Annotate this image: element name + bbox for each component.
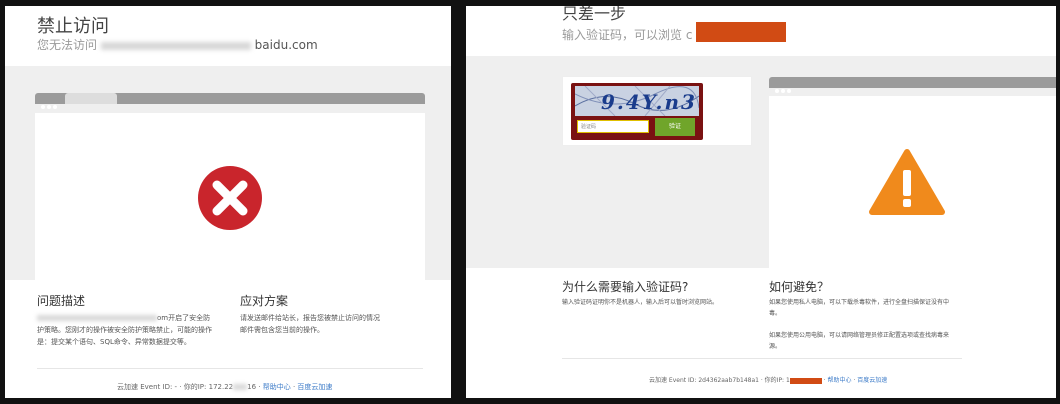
redacted-domain xyxy=(696,22,786,42)
warning-triangle-icon xyxy=(869,149,945,215)
page-title: 禁止访问 xyxy=(37,16,109,37)
window-dots xyxy=(41,96,61,109)
divider xyxy=(562,358,962,359)
page-subtitle: 输入验证码，可以浏览 c xyxy=(562,28,693,42)
page-subtitle: 您无法访问 baidu.com xyxy=(37,36,318,53)
redacted-ip xyxy=(789,377,822,384)
section-title-solution: 应对方案 xyxy=(240,294,289,308)
browser-frame-bar xyxy=(35,93,425,109)
divider xyxy=(37,368,423,369)
section-text-problem: om开启了安全防 护策略。您刚才的操作被安全防护策略禁止，可能的操作 是：提交某… xyxy=(37,314,212,346)
captcha-image[interactable]: 9.4Y.n3 xyxy=(575,86,699,116)
help-center-link[interactable]: 帮助中心 xyxy=(828,377,852,384)
baidu-cloud-link[interactable]: 百度云加速 xyxy=(857,377,887,384)
section-text-avoid: 如果您使用私人电脑，可以下载杀毒软件，进行全盘扫描保证没有中 毒。 如果您使用公… xyxy=(769,299,950,350)
footer: 云加速 Event ID: - · 你的IP: 172.22 16 · 帮助中心 … xyxy=(117,383,333,391)
subtitle-prefix: 您无法访问 xyxy=(37,38,98,52)
section-title-why: 为什么需要输入验证码? xyxy=(562,280,689,294)
captcha-box: 9.4Y.n3 验证码 验证 xyxy=(571,83,703,140)
browser-frame-body xyxy=(35,113,425,280)
page-title: 只差一步 xyxy=(562,6,627,23)
redacted-domain xyxy=(37,315,157,321)
window-dots xyxy=(775,80,795,93)
browser-frame-bar xyxy=(769,77,1056,93)
right-screenshot: 只差一步 输入验证码，可以浏览 c 9.4Y.n3 验证码 验证 为什么需要输入… xyxy=(466,6,1056,398)
baidu-cloud-link[interactable]: 百度云加速 xyxy=(297,383,332,391)
browser-frame-body xyxy=(769,96,1056,268)
section-text-why: 输入验证码证明你不是机器人，输入后可以暂时浏览网站。 xyxy=(562,299,719,306)
captcha-text: 9.4Y.n3 xyxy=(601,90,697,114)
redacted-domain xyxy=(100,41,251,50)
section-text-solution: 请发送邮件给站长，报告您被禁止访问的情况 邮件需包含您当前的操作。 xyxy=(240,314,380,334)
subtitle-domain: baidu.com xyxy=(254,38,318,52)
section-title-problem: 问题描述 xyxy=(37,294,86,308)
error-x-icon xyxy=(198,166,262,230)
left-screenshot: 禁止访问 您无法访问 baidu.com 问题描述 om开启了安全防 护策略。您… xyxy=(5,6,451,398)
help-center-link[interactable]: 帮助中心 xyxy=(263,383,291,391)
captcha-input[interactable]: 验证码 xyxy=(577,120,649,133)
footer: 云加速 Event ID: 2d4362aab7b148a1 · 你的IP: 1… xyxy=(649,377,888,384)
browser-tab xyxy=(65,93,117,104)
section-title-avoid: 如何避免？ xyxy=(769,280,830,294)
captcha-card: 9.4Y.n3 验证码 验证 xyxy=(562,76,752,146)
verify-button[interactable]: 验证 xyxy=(655,118,695,136)
